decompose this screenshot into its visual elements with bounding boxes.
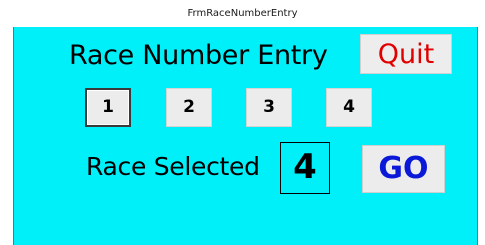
window-title: FrmRaceNumberEntry [187,8,298,19]
race-selected-value: 4 [280,142,330,194]
form-client-area: Race Number Entry Quit 1 2 3 4 Race Sele… [13,27,478,245]
race-4-button[interactable]: 4 [326,88,372,127]
app-window: FrmRaceNumberEntry Race Number Entry Qui… [0,0,485,245]
race-2-button[interactable]: 2 [166,88,212,127]
race-selected-label: Race Selected [86,152,260,181]
form-heading: Race Number Entry [69,40,328,71]
race-1-button[interactable]: 1 [85,88,131,127]
go-button[interactable]: GO [362,145,445,193]
title-bar[interactable]: FrmRaceNumberEntry [0,0,485,27]
quit-button[interactable]: Quit [360,34,452,74]
race-3-button[interactable]: 3 [246,88,292,127]
